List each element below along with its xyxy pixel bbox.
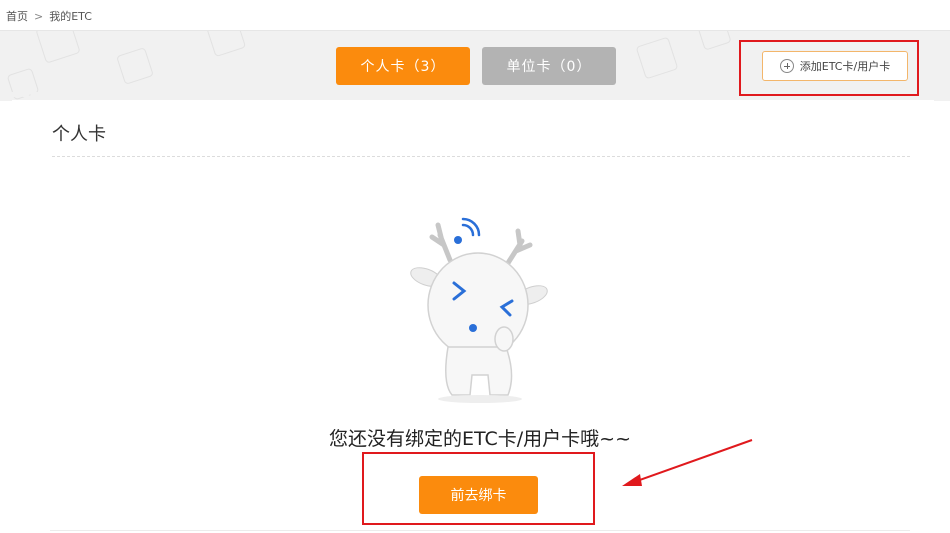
annotation-box-add bbox=[739, 40, 919, 96]
deer-mascot-illustration bbox=[410, 217, 548, 403]
section-divider bbox=[52, 156, 910, 157]
section-title: 个人卡 bbox=[52, 124, 106, 145]
bottom-divider bbox=[50, 530, 910, 531]
breadcrumb-home[interactable]: 首页 bbox=[6, 8, 28, 24]
decor-shape bbox=[696, 31, 732, 51]
empty-state-message: 您还没有绑定的ETC卡/用户卡哦~~ bbox=[328, 428, 631, 450]
breadcrumb-separator: > bbox=[34, 9, 44, 23]
annotation-box-bind bbox=[362, 452, 595, 525]
wifi-signal-icon bbox=[461, 217, 481, 237]
decor-shape bbox=[116, 47, 154, 85]
decor-shape bbox=[635, 36, 679, 80]
decor-shape bbox=[35, 31, 81, 64]
tab-personal-card[interactable]: 个人卡（3） bbox=[336, 47, 470, 85]
breadcrumb: 首页 > 我的ETC bbox=[6, 8, 92, 24]
tab-company-card[interactable]: 单位卡（0） bbox=[482, 47, 616, 85]
breadcrumb-current: 我的ETC bbox=[49, 10, 92, 23]
decor-shape bbox=[205, 31, 247, 58]
annotation-arrow-icon bbox=[622, 439, 753, 486]
